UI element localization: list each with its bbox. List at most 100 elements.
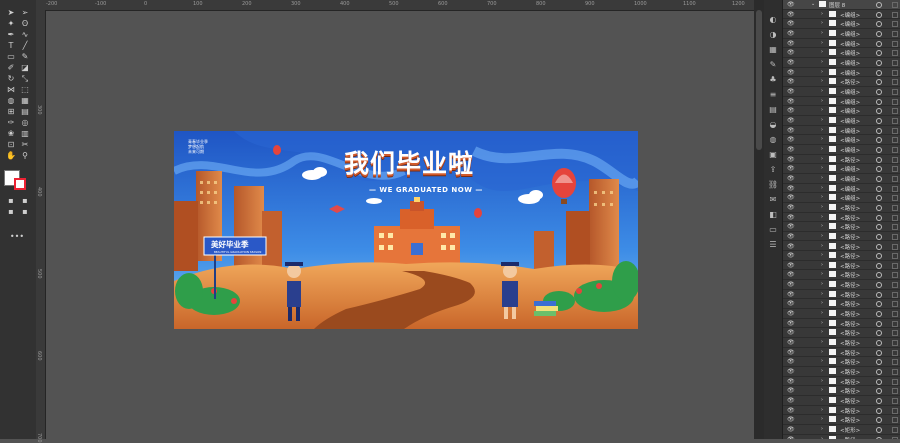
selection-square-icon[interactable] [892, 21, 898, 28]
scale-icon[interactable]: ⤡ [19, 74, 31, 83]
visibility-eye-icon[interactable]: 👁 [787, 98, 795, 105]
layer-name[interactable]: <编组> [840, 127, 860, 135]
visibility-eye-icon[interactable]: 👁 [787, 223, 795, 230]
expand-chevron-icon[interactable]: › [821, 291, 823, 297]
expand-chevron-icon[interactable]: › [821, 214, 823, 220]
column-graph-icon[interactable]: ▥ [19, 129, 31, 138]
expand-chevron-icon[interactable]: › [821, 127, 823, 133]
graphic-styles-icon[interactable]: ▣ [767, 149, 779, 159]
selection-square-icon[interactable] [892, 407, 898, 414]
selection-square-icon[interactable] [892, 359, 898, 366]
visibility-eye-icon[interactable]: 👁 [787, 329, 795, 336]
selection-square-icon[interactable] [892, 214, 898, 221]
target-circle-icon[interactable] [876, 146, 882, 153]
visibility-eye-icon[interactable]: 👁 [787, 300, 795, 307]
selection-square-icon[interactable] [892, 166, 898, 173]
selection-square-icon[interactable] [892, 156, 898, 163]
layer-name[interactable]: <路径> [840, 271, 860, 279]
draw-inside-icon[interactable]: ▪ [5, 207, 17, 216]
expand-chevron-icon[interactable]: › [821, 397, 823, 403]
target-circle-icon[interactable] [876, 166, 882, 173]
target-circle-icon[interactable] [876, 320, 882, 327]
layer-name[interactable]: <编组> [840, 165, 860, 173]
scrollbar-thumb[interactable] [756, 10, 762, 150]
target-circle-icon[interactable] [876, 224, 882, 231]
visibility-eye-icon[interactable]: 👁 [787, 416, 795, 423]
expand-chevron-icon[interactable]: › [821, 156, 823, 162]
layer-name[interactable]: <路径> [840, 291, 860, 299]
sublayer-row[interactable]: 👁 › <路径> [783, 357, 900, 368]
layer-name[interactable]: <路径> [840, 214, 860, 222]
sublayer-row[interactable]: 👁 › <编组> [783, 116, 900, 126]
layer-name[interactable]: <路径> [840, 397, 860, 405]
sublayer-row[interactable]: 👁 › <路径> [783, 280, 900, 290]
artboards-icon[interactable]: ▭ [767, 224, 779, 234]
hand-icon[interactable]: ✋ [5, 151, 17, 160]
expand-chevron-icon[interactable]: › [821, 136, 823, 142]
perspective-grid-icon[interactable]: ▦ [19, 96, 31, 105]
visibility-eye-icon[interactable]: 👁 [787, 49, 795, 56]
visibility-eye-icon[interactable]: 👁 [787, 40, 795, 47]
target-circle-icon[interactable] [876, 50, 882, 57]
blend-icon[interactable]: ◎ [19, 118, 31, 127]
selection-square-icon[interactable] [892, 117, 898, 124]
target-circle-icon[interactable] [876, 291, 882, 298]
target-circle-icon[interactable] [876, 214, 882, 221]
selection-square-icon[interactable] [892, 417, 898, 424]
expand-chevron-icon[interactable]: › [821, 329, 823, 335]
expand-chevron-icon[interactable]: › [821, 358, 823, 364]
artboard-icon[interactable]: ⊡ [5, 140, 17, 149]
artboard[interactable]: 青春毕业季 梦想起航 未来可期 我们毕业啦 — WE GRADUATED NOW… [174, 131, 638, 329]
expand-chevron-icon[interactable]: › [821, 223, 823, 229]
target-circle-icon[interactable] [876, 185, 882, 192]
layer-name[interactable]: <编组> [840, 69, 860, 77]
sublayer-row[interactable]: 👁 › <路径> [783, 338, 900, 348]
color-guide-icon[interactable]: ◑ [767, 29, 779, 39]
target-circle-icon[interactable] [876, 88, 882, 95]
visibility-eye-icon[interactable]: 👁 [787, 252, 795, 259]
expand-chevron-icon[interactable]: › [821, 271, 823, 277]
selection-square-icon[interactable] [892, 79, 898, 86]
visibility-eye-icon[interactable]: 👁 [787, 310, 795, 317]
visibility-eye-icon[interactable]: 👁 [787, 214, 795, 221]
selection-square-icon[interactable] [892, 224, 898, 231]
layer-name[interactable]: <路径> [840, 387, 860, 395]
draw-behind-icon[interactable]: ▪ [19, 196, 31, 205]
selection-square-icon[interactable] [892, 185, 898, 192]
shape-builder-icon[interactable]: ◍ [5, 96, 17, 105]
target-circle-icon[interactable] [876, 301, 882, 308]
sublayer-row[interactable]: 👁 › <编组> [783, 193, 900, 203]
expand-chevron-icon[interactable]: › [821, 146, 823, 152]
selection-square-icon[interactable] [892, 253, 898, 260]
target-circle-icon[interactable] [876, 175, 882, 182]
expand-chevron-icon[interactable]: › [821, 165, 823, 171]
sublayer-row[interactable]: 👁 › <路径> [783, 415, 900, 426]
gradient-icon[interactable]: ▤ [19, 107, 31, 116]
sublayer-row[interactable]: 👁 › <编组> [783, 145, 900, 155]
expand-chevron-icon[interactable]: › [821, 117, 823, 123]
target-circle-icon[interactable] [876, 40, 882, 47]
layer-name[interactable]: 图层 8 [829, 1, 845, 9]
sublayer-row[interactable]: 👁 › <路径> [783, 367, 900, 377]
visibility-eye-icon[interactable]: 👁 [787, 426, 795, 433]
expand-chevron-icon[interactable]: › [821, 107, 823, 113]
sublayer-row[interactable]: 👁 › <路径> [783, 309, 900, 319]
selection-square-icon[interactable] [892, 330, 898, 337]
target-circle-icon[interactable] [876, 272, 882, 279]
symbol-sprayer-icon[interactable]: ❀ [5, 129, 17, 138]
screen-mode-icon[interactable]: ▪ [19, 207, 31, 216]
layer-name[interactable]: <路径> [840, 310, 860, 318]
target-circle-icon[interactable] [876, 369, 882, 376]
selection-square-icon[interactable] [892, 301, 898, 308]
selection-square-icon[interactable] [892, 146, 898, 153]
layer-name[interactable]: <编组> [840, 11, 860, 19]
expand-chevron-icon[interactable]: › [821, 11, 823, 17]
layer-name[interactable]: <路径> [840, 204, 860, 212]
sublayer-row[interactable]: 👁 › <编组> [783, 106, 900, 116]
expand-chevron-icon[interactable]: › [821, 252, 823, 258]
vertical-ruler[interactable]: 300 400 500 600 700 [36, 10, 46, 443]
expand-chevron-icon[interactable]: › [821, 378, 823, 384]
visibility-eye-icon[interactable]: 👁 [787, 127, 795, 134]
visibility-eye-icon[interactable]: 👁 [787, 165, 795, 172]
target-circle-icon[interactable] [876, 127, 882, 134]
